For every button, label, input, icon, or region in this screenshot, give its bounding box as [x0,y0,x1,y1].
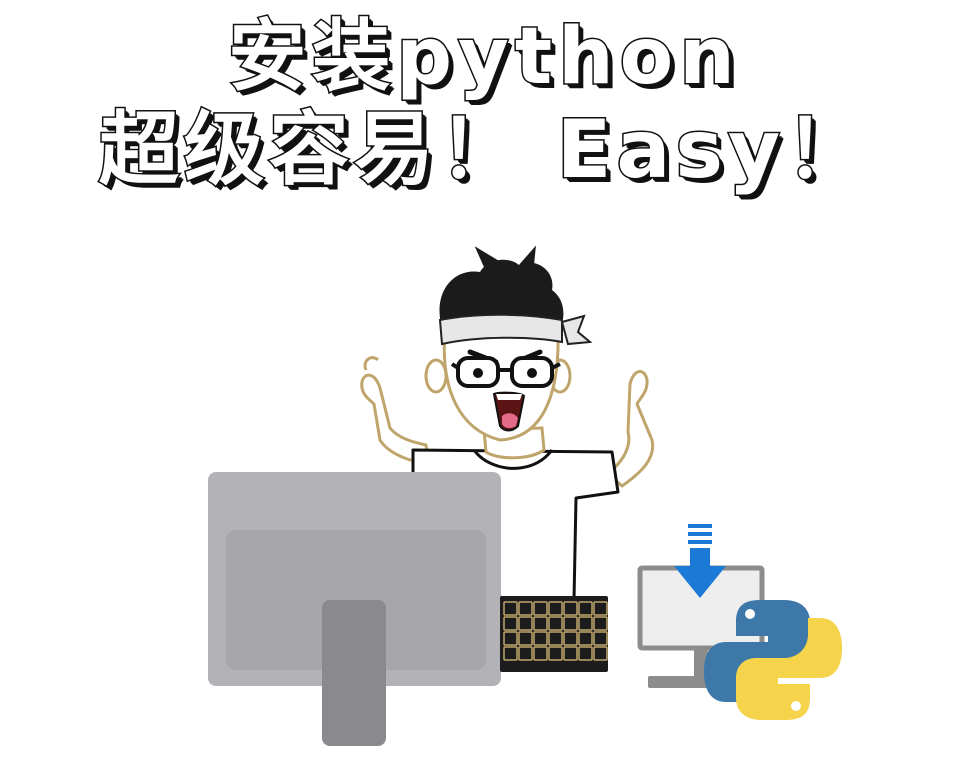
monitor [208,472,501,746]
head [424,245,593,442]
monitor-stand [322,600,386,746]
left-arm [360,356,430,462]
illustration [208,245,842,746]
keyboard [500,596,608,672]
